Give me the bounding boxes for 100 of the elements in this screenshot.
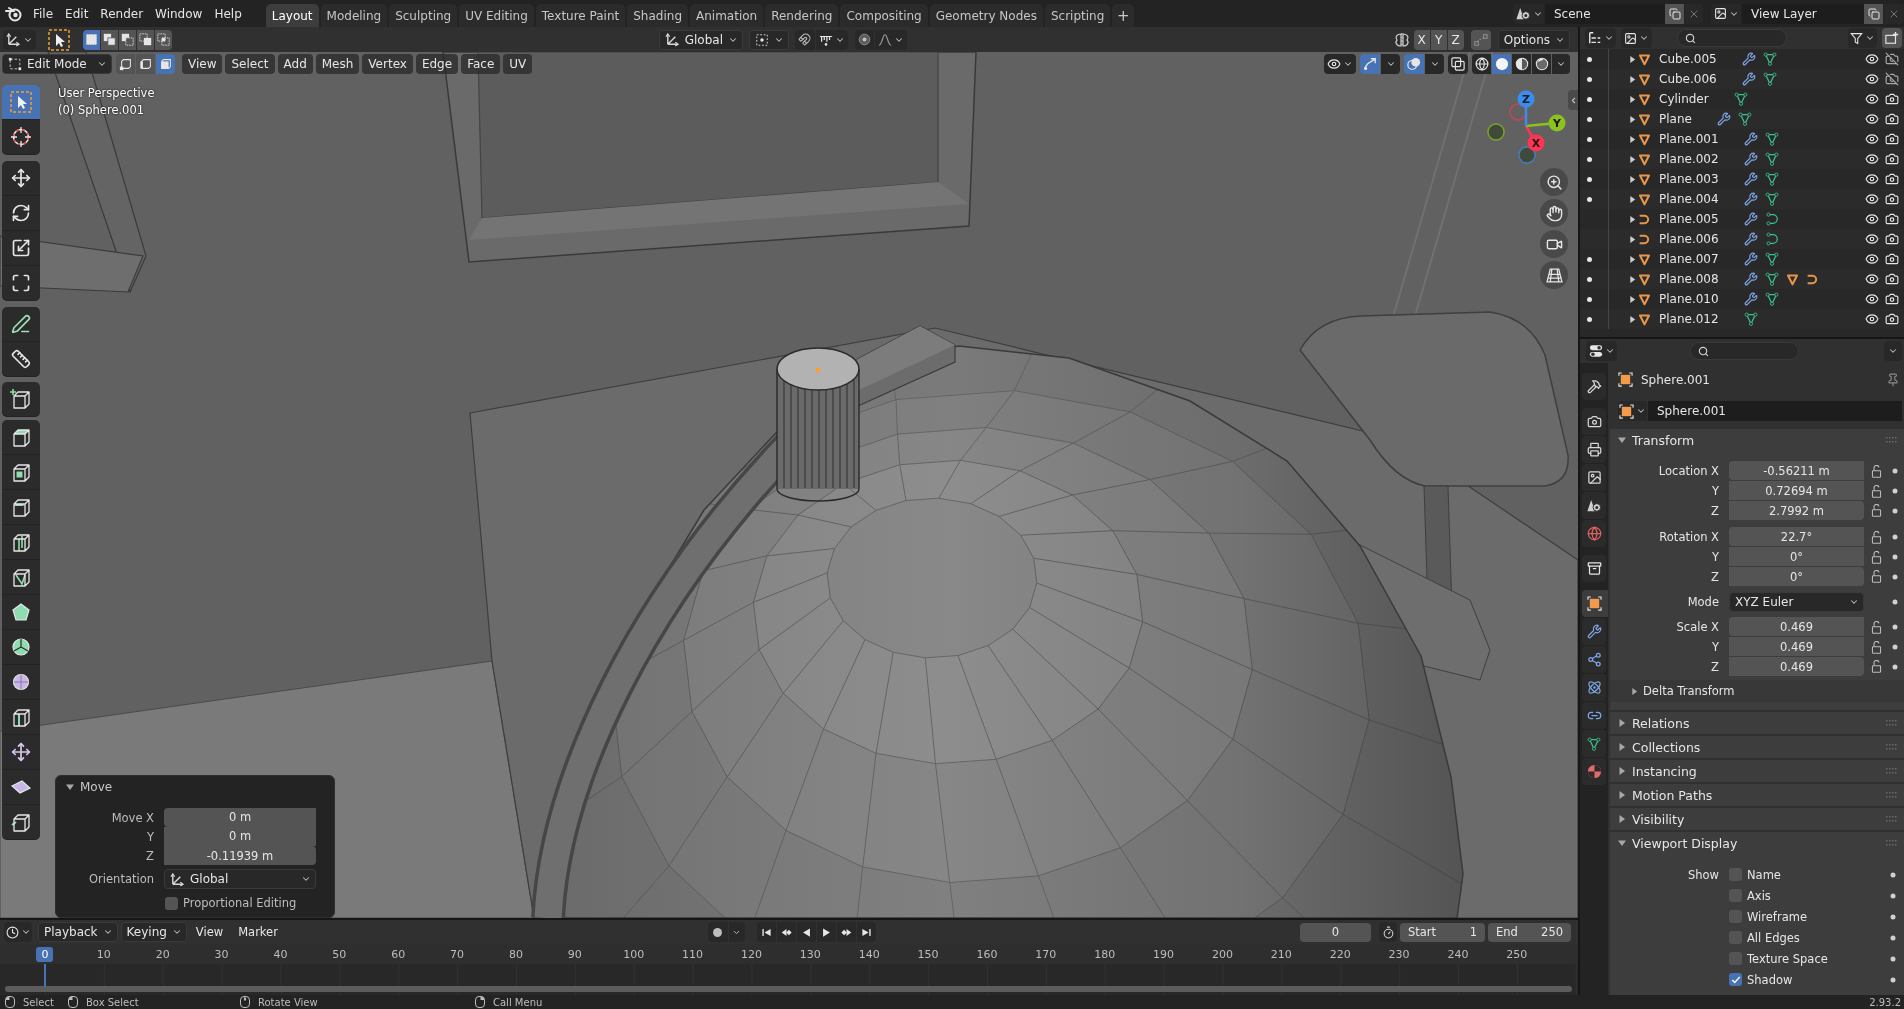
select-mode-button[interactable] xyxy=(156,54,175,74)
tool-button[interactable] xyxy=(2,770,40,805)
dot-icon[interactable] xyxy=(1892,573,1898,580)
playback-button[interactable] xyxy=(836,922,856,942)
scene-name-field[interactable]: Scene xyxy=(1545,3,1665,24)
mirror-axis-toggle[interactable]: Z xyxy=(1447,29,1464,50)
dot-icon[interactable] xyxy=(1892,534,1898,540)
menu-dropdown[interactable]: Keying xyxy=(120,922,187,942)
camera-icon[interactable] xyxy=(1885,212,1899,226)
dot-icon[interactable] xyxy=(1586,196,1592,202)
triangle-right-icon[interactable] xyxy=(1628,215,1636,223)
tool-button[interactable] xyxy=(2,307,40,342)
tool-button[interactable] xyxy=(2,805,40,840)
playback-button[interactable] xyxy=(796,922,816,942)
menu-item[interactable]: Edit xyxy=(59,3,95,24)
properties-tab[interactable] xyxy=(1582,646,1606,673)
tool-button[interactable] xyxy=(2,455,40,490)
tool-button[interactable] xyxy=(2,266,40,301)
selectability-dropdown[interactable] xyxy=(1324,54,1356,74)
camera-icon[interactable] xyxy=(1885,272,1899,286)
grip-icon[interactable] xyxy=(1886,840,1898,846)
menu-item[interactable]: Edge xyxy=(415,54,459,74)
menu-item[interactable]: Face xyxy=(461,54,501,74)
eye-icon[interactable] xyxy=(1865,132,1879,146)
dot-icon[interactable] xyxy=(1892,644,1898,650)
checked-checkbox[interactable] xyxy=(1729,973,1742,986)
negative-axis-handle[interactable] xyxy=(1487,123,1505,141)
dot-icon[interactable] xyxy=(1890,934,1896,941)
dot-icon[interactable] xyxy=(1586,276,1592,282)
dot-icon[interactable] xyxy=(1586,76,1592,82)
search-field[interactable] xyxy=(1677,29,1787,47)
camera-icon[interactable] xyxy=(1885,152,1899,166)
menu-item[interactable]: View xyxy=(182,54,223,74)
dot-icon[interactable] xyxy=(1586,176,1592,182)
scrollbar[interactable] xyxy=(5,986,1572,992)
tool-button[interactable] xyxy=(2,560,40,595)
playback-button[interactable] xyxy=(776,922,796,942)
start-frame-field[interactable]: Start 1 xyxy=(1400,922,1485,942)
number-field[interactable]: 0.469 xyxy=(1729,657,1864,676)
triangle-down-icon[interactable] xyxy=(1618,839,1626,847)
dot-icon[interactable] xyxy=(1892,554,1898,560)
number-field[interactable]: 0 m xyxy=(164,826,316,846)
triangle-right-icon[interactable] xyxy=(1628,315,1636,323)
eye-icon[interactable] xyxy=(1865,312,1879,326)
number-field[interactable]: 0.469 xyxy=(1729,617,1864,636)
sidebar-toggle[interactable] xyxy=(1568,90,1578,110)
subpanel-header[interactable]: Delta Transform xyxy=(1610,680,1904,702)
panel-header[interactable]: Relations xyxy=(1610,712,1904,734)
number-field[interactable]: -0.11939 m xyxy=(164,846,316,865)
options-dropdown[interactable]: Options xyxy=(1497,29,1570,50)
properties-tab[interactable] xyxy=(1582,492,1606,519)
menu-item[interactable]: Render xyxy=(94,3,150,24)
tool-button[interactable] xyxy=(2,161,40,196)
end-frame-field[interactable]: End 250 xyxy=(1488,922,1571,942)
gizmo-dropdown[interactable] xyxy=(1381,54,1400,74)
snap-toggle[interactable] xyxy=(795,29,815,50)
eye-icon[interactable] xyxy=(1865,192,1879,206)
properties-tab[interactable] xyxy=(1582,590,1608,617)
workspace-tab[interactable]: UV Editing xyxy=(459,4,534,27)
properties-tab[interactable] xyxy=(1582,618,1606,645)
tool-button[interactable] xyxy=(2,595,40,630)
menu-item[interactable]: Select xyxy=(225,54,275,74)
select-mode-button[interactable] xyxy=(116,54,135,74)
gizmo-toggle[interactable] xyxy=(1360,54,1380,74)
mirror-axis-toggle[interactable]: Y xyxy=(1430,29,1447,50)
dot-icon[interactable] xyxy=(1586,136,1592,142)
properties-tab[interactable] xyxy=(1582,674,1606,701)
workspace-tab[interactable]: Scripting xyxy=(1044,4,1111,27)
view-layer-filter-dropdown[interactable] xyxy=(1621,28,1652,48)
triangle-right-icon[interactable] xyxy=(1618,719,1626,727)
triangle-right-icon[interactable] xyxy=(1628,75,1636,83)
playback-button[interactable] xyxy=(856,922,876,942)
open-padlock-icon[interactable] xyxy=(1869,484,1883,498)
view-layer-browse-button[interactable] xyxy=(1711,3,1741,24)
dot-icon[interactable] xyxy=(1890,976,1896,983)
preview-range-toggle[interactable] xyxy=(1379,922,1397,942)
camera-icon[interactable] xyxy=(1885,252,1899,266)
editor-type-button[interactable] xyxy=(4,922,32,942)
auto-keying-toggle[interactable] xyxy=(707,922,728,942)
filter-dropdown[interactable] xyxy=(1848,28,1877,48)
shading-mode-button[interactable] xyxy=(1472,54,1491,74)
panel-header[interactable]: Collections xyxy=(1610,736,1904,758)
menu-item[interactable]: Marker xyxy=(232,922,284,942)
camera-icon[interactable] xyxy=(1885,132,1899,146)
triangle-right-icon[interactable] xyxy=(1618,767,1626,775)
checkbox[interactable] xyxy=(165,896,178,910)
mode-dropdown[interactable]: Edit Mode xyxy=(2,54,112,74)
grip-icon[interactable] xyxy=(1886,792,1898,798)
properties-tab[interactable] xyxy=(1582,702,1606,729)
orientation-dropdown[interactable]: Global xyxy=(164,869,316,889)
camera-icon[interactable] xyxy=(1885,112,1899,126)
shading-mode-button[interactable] xyxy=(1532,54,1551,74)
menu-item[interactable]: Add xyxy=(277,54,313,74)
triangle-right-icon[interactable] xyxy=(1628,115,1636,123)
properties-tab[interactable] xyxy=(1582,730,1606,757)
properties-tab[interactable] xyxy=(1582,436,1606,463)
mirror-axis-toggle[interactable]: X xyxy=(1413,29,1430,50)
selection-mode-button[interactable] xyxy=(119,29,136,50)
orbit-logo-icon[interactable] xyxy=(5,5,23,22)
workspace-tab[interactable]: Sculpting xyxy=(389,4,458,27)
